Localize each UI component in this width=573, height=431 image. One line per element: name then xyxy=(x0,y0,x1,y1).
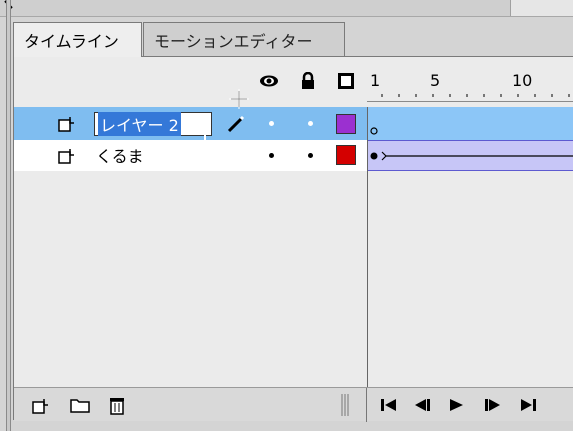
step-back-icon[interactable] xyxy=(412,397,432,413)
outline-box xyxy=(338,73,354,89)
lock-dot[interactable] xyxy=(308,153,313,158)
panel-tabs: タイムライン モーションエディター xyxy=(13,22,345,57)
eye-icon[interactable] xyxy=(259,72,279,90)
first-frame-icon[interactable] xyxy=(379,397,399,413)
new-folder-icon[interactable] xyxy=(70,396,90,414)
crosshair-cursor-icon xyxy=(229,89,249,109)
text-cursor-icon xyxy=(201,115,209,147)
outline-icon[interactable] xyxy=(336,72,356,90)
visibility-dot[interactable] xyxy=(269,121,274,126)
ruler-ticks xyxy=(367,94,573,102)
layer-color-swatch[interactable] xyxy=(336,114,356,134)
new-layer-icon[interactable] xyxy=(32,396,49,414)
frame-row-selected[interactable] xyxy=(368,107,573,140)
panel-title-bar xyxy=(0,0,573,17)
layer-color-swatch[interactable] xyxy=(336,145,356,165)
lock-dot[interactable] xyxy=(308,121,313,126)
layer-name: くるま xyxy=(96,147,144,166)
timeline-panel: 1 5 10 レイヤー 2 くるま xyxy=(13,56,573,422)
tab-motion-editor[interactable]: モーションエディター xyxy=(143,22,345,57)
ruler-label-5: 5 xyxy=(430,71,441,90)
frame-ruler[interactable]: 1 5 10 xyxy=(367,57,573,107)
frame-row-tween[interactable] xyxy=(368,140,573,171)
frame-area[interactable] xyxy=(367,107,573,421)
play-icon[interactable] xyxy=(447,397,467,413)
tab-timeline[interactable]: タイムライン xyxy=(13,22,142,57)
ruler-label-1: 1 xyxy=(370,71,381,90)
step-forward-icon[interactable] xyxy=(483,397,503,413)
layer-name-selection: レイヤー 2 xyxy=(98,112,181,136)
trash-icon[interactable] xyxy=(108,396,126,415)
last-frame-icon[interactable] xyxy=(518,397,538,413)
lock-icon[interactable] xyxy=(298,72,318,90)
layer-list: レイヤー 2 くるま xyxy=(14,107,367,171)
timeline-header: 1 5 10 xyxy=(14,57,573,107)
pencil-icon xyxy=(227,115,245,133)
empty-keyframe-icon xyxy=(370,127,378,135)
title-bar-block xyxy=(510,0,573,16)
layer-icon xyxy=(58,149,74,164)
footer-divider xyxy=(366,388,367,422)
ruler-label-10: 10 xyxy=(512,71,533,90)
visibility-dot[interactable] xyxy=(269,153,274,158)
layer-row[interactable]: くるま xyxy=(14,140,367,171)
layer-name-input[interactable]: レイヤー 2 xyxy=(94,112,212,136)
layer-row-selected[interactable]: レイヤー 2 xyxy=(14,107,367,140)
splitter-grip[interactable] xyxy=(341,394,349,416)
dock-edge xyxy=(6,0,11,431)
layer-icon xyxy=(58,117,74,132)
tween-arrow xyxy=(370,151,573,161)
timeline-footer xyxy=(14,387,573,422)
